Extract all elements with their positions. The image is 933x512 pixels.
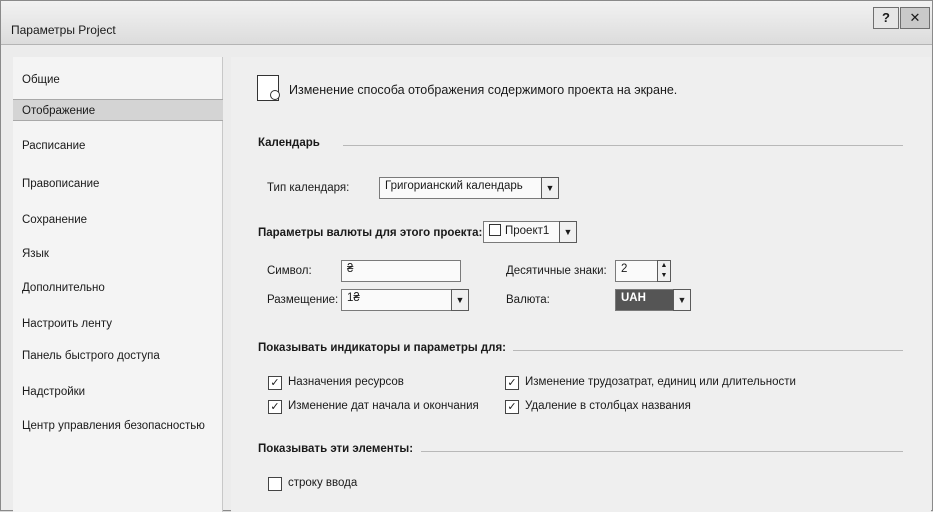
close-button[interactable]: ✕ bbox=[900, 7, 930, 29]
display-options-panel: Изменение способа отображения содержимог… bbox=[231, 57, 931, 512]
display-settings-icon bbox=[257, 75, 280, 101]
delete-in-name-columns-checkbox[interactable]: ✓ bbox=[505, 400, 519, 414]
sidebar-item-customize-ribbon[interactable]: Настроить ленту bbox=[13, 313, 223, 335]
resource-assignments-label: Назначения ресурсов bbox=[288, 376, 404, 388]
entry-bar-checkbox[interactable] bbox=[268, 477, 282, 491]
calendar-type-value: Григорианский календарь bbox=[385, 180, 523, 192]
show-elements-section-title: Показывать эти элементы: bbox=[258, 443, 414, 455]
sidebar-item-language[interactable]: Язык bbox=[13, 243, 223, 265]
sidebar-item-save[interactable]: Сохранение bbox=[13, 209, 223, 231]
indicators-separator bbox=[513, 350, 903, 351]
currency-placement-dropdown[interactable]: 1₴ ▼ bbox=[341, 289, 469, 311]
chevron-down-icon[interactable]: ▼ bbox=[673, 289, 691, 311]
decimal-places-spinner[interactable]: 2 ▲ ▼ bbox=[615, 260, 671, 282]
show-elements-separator bbox=[421, 451, 903, 452]
spinner-arrows-icon[interactable]: ▲ ▼ bbox=[657, 260, 671, 282]
start-finish-changes-checkbox[interactable]: ✓ bbox=[268, 400, 282, 414]
help-button[interactable]: ? bbox=[873, 7, 899, 29]
currency-code-label: Валюта: bbox=[506, 294, 550, 306]
sidebar-item-display[interactable]: Отображение bbox=[13, 99, 223, 121]
decimal-places-value: 2 bbox=[621, 263, 628, 275]
currency-symbol-input[interactable]: ₴ bbox=[341, 260, 461, 282]
calendar-separator bbox=[343, 145, 903, 146]
entry-bar-label: строку ввода bbox=[288, 477, 358, 489]
currency-section-title: Параметры валюты для этого проекта: bbox=[258, 227, 483, 239]
currency-project-dropdown[interactable]: Проект1 ▼ bbox=[483, 221, 577, 243]
work-units-duration-label: Изменение трудозатрат, единиц или длител… bbox=[525, 376, 796, 388]
project-file-icon bbox=[489, 224, 501, 236]
title-bar: Параметры Project ? ✕ bbox=[1, 1, 932, 45]
indicators-section-title: Показывать индикаторы и параметры для: bbox=[258, 342, 507, 354]
currency-code-value: UAH bbox=[621, 292, 646, 304]
sidebar-item-trust-center[interactable]: Центр управления безопасностью bbox=[13, 415, 223, 437]
panel-description: Изменение способа отображения содержимог… bbox=[289, 83, 678, 97]
decimal-places-label: Десятичные знаки: bbox=[506, 265, 607, 277]
currency-project-value: Проект1 bbox=[505, 225, 550, 237]
chevron-down-icon[interactable]: ▼ bbox=[541, 177, 559, 199]
sidebar-item-proofing[interactable]: Правописание bbox=[13, 173, 223, 195]
delete-in-name-columns-label: Удаление в столбцах названия bbox=[525, 400, 691, 412]
sidebar-item-advanced[interactable]: Дополнительно bbox=[13, 277, 223, 299]
currency-symbol-value: ₴ bbox=[347, 263, 354, 275]
chevron-down-icon[interactable]: ▼ bbox=[451, 289, 469, 311]
calendar-type-dropdown[interactable]: Григорианский календарь ▼ bbox=[379, 177, 559, 199]
sidebar-item-general[interactable]: Общие bbox=[13, 69, 223, 91]
currency-code-dropdown[interactable]: UAH ▼ bbox=[615, 289, 691, 311]
sidebar-item-add-ins[interactable]: Надстройки bbox=[13, 381, 223, 403]
sidebar-item-quick-access-toolbar[interactable]: Панель быстрого доступа bbox=[13, 345, 223, 367]
currency-placement-value: 1₴ bbox=[347, 292, 360, 304]
chevron-down-icon[interactable]: ▼ bbox=[559, 221, 577, 243]
options-dialog: Параметры Project ? ✕ Общие Отображение … bbox=[0, 0, 933, 512]
currency-placement-label: Размещение: bbox=[267, 294, 339, 306]
start-finish-changes-label: Изменение дат начала и окончания bbox=[288, 400, 479, 412]
dialog-title: Параметры Project bbox=[11, 23, 116, 37]
resource-assignments-checkbox[interactable]: ✓ bbox=[268, 376, 282, 390]
calendar-type-label: Тип календаря: bbox=[267, 182, 350, 194]
calendar-section-title: Календарь bbox=[258, 137, 320, 149]
work-units-duration-checkbox[interactable]: ✓ bbox=[505, 376, 519, 390]
currency-symbol-label: Символ: bbox=[267, 265, 312, 277]
options-sidebar: Общие Отображение Расписание Правописани… bbox=[13, 57, 223, 512]
sidebar-item-schedule[interactable]: Расписание bbox=[13, 135, 223, 157]
